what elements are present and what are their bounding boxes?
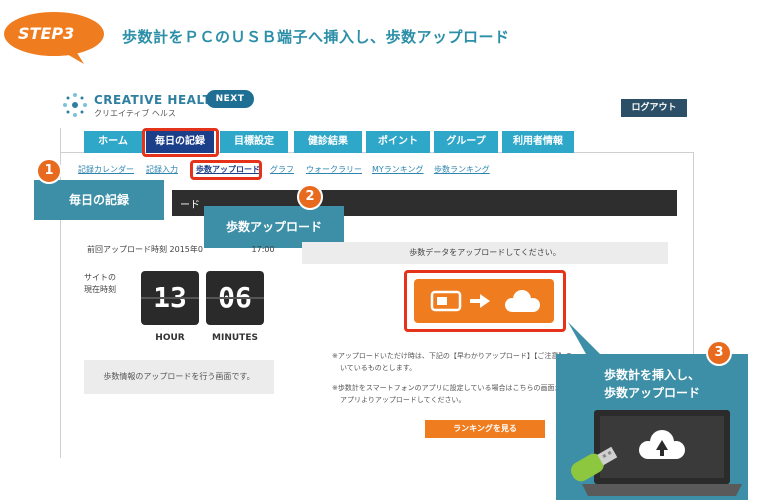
view-ranking-button[interactable]: ランキングを見る bbox=[425, 420, 545, 438]
upload-prompt: 歩数データをアップロードしてください。 bbox=[302, 242, 668, 264]
clock-minute: 06 bbox=[206, 271, 264, 325]
tab-group[interactable]: グループ bbox=[434, 131, 498, 153]
page-description: 歩数情報のアップロードを行う画面です。 bbox=[84, 360, 274, 394]
site-time-label-line1: サイトの bbox=[84, 273, 116, 282]
cloud-icon bbox=[505, 290, 540, 312]
logo-icon bbox=[63, 93, 87, 117]
logo-next-badge: NEXT bbox=[206, 90, 254, 108]
laptop-illustration bbox=[570, 410, 742, 496]
clock-hour: 13 bbox=[141, 271, 199, 325]
callout-step-upload-label: 歩数アップロード bbox=[225, 220, 322, 234]
subnav-my-ranking[interactable]: MYランキング bbox=[372, 164, 424, 175]
logout-button[interactable]: ログアウト bbox=[621, 99, 687, 117]
logo-name: CREATIVE HEALTH bbox=[94, 93, 222, 107]
section-header-title: ード bbox=[180, 200, 200, 211]
step-title: 歩数計をＰＣのＵＳＢ端子へ挿入し、歩数アップロード bbox=[122, 28, 510, 46]
clock-minute-label: MINUTES bbox=[212, 333, 258, 343]
last-upload-time-value: 17:00 bbox=[251, 245, 275, 254]
tab-checkup-results[interactable]: 健診結果 bbox=[294, 131, 362, 153]
callout-daily-record: 毎日の記録 bbox=[34, 180, 164, 220]
callout-number-2: 2 bbox=[297, 184, 323, 210]
last-upload-time: 前回アップロード時刻 2015年0 17:00 bbox=[87, 244, 275, 255]
callout-number-3: 3 bbox=[706, 340, 732, 366]
subnav-record-input[interactable]: 記録入力 bbox=[146, 164, 178, 175]
tab-user-info[interactable]: 利用者情報 bbox=[502, 131, 574, 153]
upload-graphic bbox=[430, 290, 540, 312]
arrow-right-icon bbox=[470, 294, 490, 308]
device-icon bbox=[430, 290, 462, 312]
site-time-label: サイトの 現在時刻 bbox=[84, 272, 124, 296]
callout-number-1: 1 bbox=[36, 158, 62, 184]
clock-hour-label: HOUR bbox=[155, 333, 185, 343]
tab-points[interactable]: ポイント bbox=[366, 131, 430, 153]
callout-insert-upload-text: 歩数計を挿入し、 歩数アップロード bbox=[556, 366, 748, 402]
callout-3-line1: 歩数計を挿入し、 bbox=[603, 368, 700, 382]
subnav-step-ranking[interactable]: 歩数ランキング bbox=[434, 164, 490, 175]
step-badge-label: STEP3 bbox=[18, 24, 75, 43]
upload-button[interactable] bbox=[414, 279, 554, 323]
callout-3-line2: 歩数アップロード bbox=[603, 386, 700, 400]
clock-hour-divider bbox=[141, 297, 199, 299]
subnav-walk-rally[interactable]: ウォークラリー bbox=[306, 164, 362, 175]
subnav-record-calendar[interactable]: 記録カレンダー bbox=[78, 164, 134, 175]
last-upload-label: 前回アップロード時刻 2015年0 bbox=[87, 245, 203, 254]
highlight-daily-record-tab bbox=[142, 128, 219, 157]
site-time-label-line2: 現在時刻 bbox=[84, 285, 116, 294]
tab-home[interactable]: ホーム bbox=[84, 131, 142, 153]
tab-goal-setting[interactable]: 目標設定 bbox=[220, 131, 288, 153]
callout-daily-record-label: 毎日の記録 bbox=[68, 193, 129, 207]
subnav-graph[interactable]: グラフ bbox=[270, 164, 294, 175]
highlight-step-upload-link bbox=[190, 160, 262, 180]
clock-minute-divider bbox=[206, 297, 264, 299]
logo-subtitle: クリエイティブ ヘルス bbox=[94, 109, 176, 118]
